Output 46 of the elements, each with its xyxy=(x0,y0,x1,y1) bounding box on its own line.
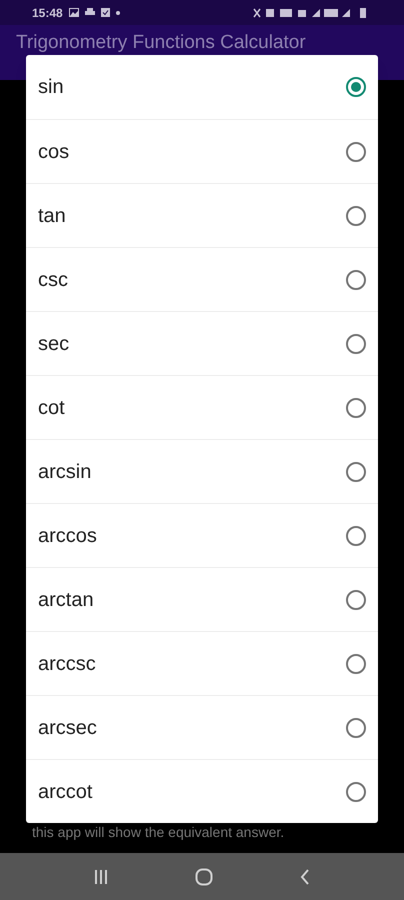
option-row[interactable]: tan xyxy=(26,183,378,247)
option-label: arccsc xyxy=(38,652,96,676)
option-row[interactable]: csc xyxy=(26,247,378,311)
printer-icon xyxy=(84,8,95,17)
radio-button[interactable] xyxy=(346,526,366,546)
option-row[interactable]: arccos xyxy=(26,503,378,567)
option-label: cos xyxy=(38,140,70,164)
option-label: tan xyxy=(38,204,66,228)
option-label: arccot xyxy=(38,780,92,804)
option-row[interactable]: cot xyxy=(26,375,378,439)
radio-button[interactable] xyxy=(346,398,366,418)
recent-apps-icon[interactable] xyxy=(94,868,108,884)
radio-button[interactable] xyxy=(346,77,366,97)
radio-button[interactable] xyxy=(346,782,366,802)
home-icon[interactable] xyxy=(194,868,213,886)
radio-button[interactable] xyxy=(346,462,366,482)
option-row[interactable]: arctan xyxy=(26,567,378,631)
radio-button[interactable] xyxy=(346,334,366,354)
option-label: arcsec xyxy=(38,716,97,740)
radio-button[interactable] xyxy=(346,718,366,738)
option-label: arccos xyxy=(38,524,97,548)
option-label: arcsin xyxy=(38,460,92,484)
option-row[interactable]: arccsc xyxy=(26,631,378,695)
status-time: 15:48 xyxy=(32,4,63,22)
dot-icon xyxy=(116,10,120,14)
option-label: sin xyxy=(38,75,64,100)
radio-button[interactable] xyxy=(346,590,366,610)
option-label: cot xyxy=(38,396,65,420)
back-icon[interactable] xyxy=(300,868,310,884)
radio-button[interactable] xyxy=(346,206,366,226)
option-row[interactable]: cos xyxy=(26,119,378,183)
option-row[interactable]: sec xyxy=(26,311,378,375)
option-label: sec xyxy=(38,332,70,356)
checkbox-icon xyxy=(100,8,110,17)
option-row[interactable]: arcsec xyxy=(26,695,378,759)
option-label: csc xyxy=(38,268,68,292)
hint-text: this app will show the equivalent answer. xyxy=(32,823,286,842)
option-row[interactable]: arccot xyxy=(26,759,378,823)
gallery-icon xyxy=(68,8,79,17)
radio-button[interactable] xyxy=(346,142,366,162)
radio-button[interactable] xyxy=(346,654,366,674)
radio-button[interactable] xyxy=(346,270,366,290)
app-title: Trigonometry Functions Calculator xyxy=(16,32,306,54)
option-label: arctan xyxy=(38,588,94,612)
option-row[interactable]: sin xyxy=(26,55,378,119)
option-row[interactable]: arcsin xyxy=(26,439,378,503)
